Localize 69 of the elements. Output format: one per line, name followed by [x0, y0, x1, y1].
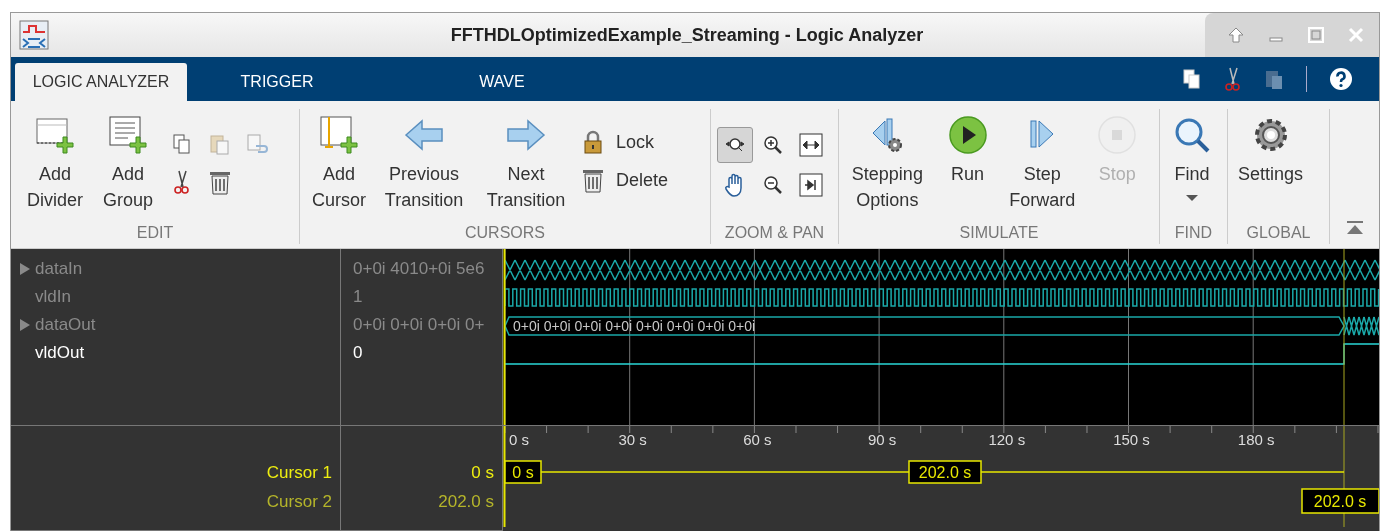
zoom-in-icon	[762, 134, 784, 156]
section-label: ZOOM & PAN	[723, 224, 826, 243]
app-icon	[19, 20, 49, 50]
cursor-value: 0 s	[471, 462, 494, 483]
previous-transition-button[interactable]: Previous Transition	[374, 111, 474, 217]
signal-name[interactable]: dataIn	[35, 259, 83, 279]
tab[interactable]: TRIGGER	[227, 63, 327, 101]
stepping-options-button[interactable]: Stepping Options	[845, 111, 930, 217]
expand-icon[interactable]	[19, 262, 31, 276]
trash-icon	[582, 167, 604, 193]
bus-waveform: 0+0i 0+0i 0+0i 0+0i 0+0i 0+0i 0+0i 0+0i	[504, 316, 1379, 336]
help-icon[interactable]	[1329, 67, 1353, 91]
tab[interactable]: LOGIC ANALYZER	[15, 63, 187, 101]
signal-value: 0+0i 0+0i 0+0i 0+	[353, 315, 485, 335]
zoom-out-icon	[762, 174, 784, 196]
section-label: GLOBAL	[1245, 224, 1312, 243]
signal-name[interactable]: vldOut	[35, 343, 85, 363]
fit-end-icon	[799, 173, 823, 197]
cursor-flag[interactable]: 202.0 s	[1301, 488, 1379, 514]
section-label: CURSORS	[464, 224, 546, 243]
add-cursor-icon	[317, 115, 361, 155]
add-divider-button[interactable]: Add Divider	[17, 111, 93, 217]
delta-label: 202.0 s	[908, 460, 982, 484]
add-group-icon	[106, 115, 150, 155]
caret-icon	[1185, 193, 1199, 203]
section-label: EDIT	[135, 224, 175, 243]
next-transition-button[interactable]: Next Transition	[476, 111, 576, 217]
add-divider-icon	[33, 115, 77, 155]
step-forward-button[interactable]: Step Forward	[1005, 111, 1080, 217]
tick-label: 90 s	[867, 431, 897, 448]
paste-icon	[209, 132, 231, 156]
cursor-name[interactable]: Cursor 1	[266, 462, 332, 483]
add-group-button[interactable]: Add Group	[95, 111, 161, 217]
lock-button[interactable]: Lock	[578, 127, 673, 157]
undo-icon	[246, 132, 270, 156]
fit-width-icon	[799, 133, 823, 157]
tick-label: 60 s	[743, 431, 772, 448]
cursor-flag[interactable]: 0 s	[504, 460, 542, 484]
delete-button[interactable]: Delete	[578, 165, 673, 195]
expand-icon[interactable]	[19, 318, 31, 332]
tick-label: 150 s	[1113, 431, 1150, 448]
maximize-icon[interactable]	[1307, 26, 1325, 44]
signal-value: 0	[353, 343, 363, 363]
scissors-icon[interactable]	[1224, 66, 1242, 92]
tick-label: 0 s	[509, 431, 529, 448]
tick-label: 30 s	[618, 431, 647, 448]
zoom-box-button[interactable]	[717, 127, 753, 163]
run-button[interactable]: Run	[931, 111, 1004, 191]
cursor-value: 202.0 s	[438, 491, 494, 512]
tab[interactable]: WAVE	[417, 63, 587, 101]
signal-value: 0+0i 4010+0i 5e6	[353, 259, 485, 279]
signal-value: 1	[353, 287, 363, 307]
trash-icon	[209, 169, 231, 195]
settings-button[interactable]: Settings	[1234, 111, 1308, 191]
add-cursor-button[interactable]: Add Cursor	[306, 111, 372, 217]
scissors-icon	[174, 169, 190, 195]
window-title: FFTHDLOptimizedExample_Streaming - Logic Analyzer	[449, 24, 925, 46]
copy-icon[interactable]	[1182, 68, 1202, 90]
copy-icon	[172, 133, 192, 155]
section-label: SIMULATE	[958, 224, 1040, 243]
section-label: FIND	[1173, 224, 1214, 243]
find-button[interactable]: Find	[1166, 111, 1218, 207]
arrow-up-icon[interactable]	[1227, 26, 1245, 44]
tick-label: 180 s	[1237, 431, 1275, 448]
signal-name[interactable]: vldIn	[35, 287, 71, 307]
signal-name[interactable]: dataOut	[35, 315, 96, 335]
tick-label: 120 s	[988, 431, 1026, 448]
padlock-icon	[582, 129, 604, 155]
cursor-name[interactable]: Cursor 2	[266, 491, 332, 512]
